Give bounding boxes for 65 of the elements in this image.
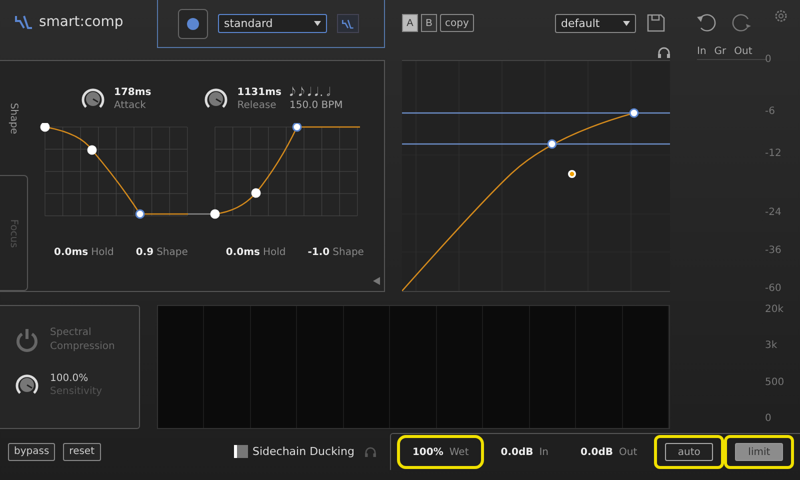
frequency-scale-label: 500 — [765, 377, 784, 388]
param-label: Shape — [332, 247, 364, 258]
spectral-title: Spectral Compression — [50, 326, 116, 354]
footer-button[interactable]: reset — [63, 442, 100, 460]
output-label: Out — [619, 446, 638, 458]
frequency-scale-label: 0 — [765, 413, 772, 424]
param-label: Hold — [263, 247, 286, 258]
db-scale-label: -6 — [765, 106, 775, 117]
frequency-scale-label: 3k — [765, 340, 778, 351]
logo-icon — [15, 15, 33, 29]
logo-icon — [342, 18, 354, 28]
frequency-scale-label: 20k — [765, 304, 784, 315]
param-value: -1.0 — [308, 247, 330, 258]
note-value-button[interactable]: 𝅗𝅥 — [326, 86, 332, 99]
output-value: 100% — [412, 446, 444, 458]
meter-label: In — [697, 46, 706, 57]
output-button[interactable]: limit — [735, 443, 784, 461]
db-scale-label: -60 — [765, 283, 782, 294]
db-scale-label: -36 — [765, 245, 782, 256]
bpm-label: 150.0 BPM — [289, 99, 343, 112]
preset-dropdown[interactable]: default — [555, 14, 636, 32]
collapse-icon[interactable] — [372, 277, 380, 285]
copy-button[interactable]: copy — [440, 14, 474, 32]
param-label: Shape — [156, 247, 188, 258]
note-value-button[interactable]: 𝅘𝅥. — [314, 86, 324, 99]
output-label: Wet — [449, 446, 469, 458]
meter-label: Gr — [714, 46, 726, 57]
side-tab[interactable]: Shape — [0, 61, 28, 175]
param-label: Hold — [91, 247, 114, 258]
profile-dropdown[interactable]: standard — [218, 14, 327, 33]
sidechain-label: Sidechain Ducking — [252, 445, 354, 458]
ab-tab[interactable]: A — [402, 14, 418, 32]
app-title: smart:comp — [39, 14, 124, 30]
redo-icon[interactable] — [730, 13, 752, 33]
undo-icon[interactable] — [696, 13, 718, 33]
note-value-button[interactable]: 𝅘𝅥𝅮 — [289, 86, 296, 99]
headphones-icon[interactable] — [658, 47, 670, 58]
output-label: In — [539, 446, 549, 458]
note-value-button[interactable]: 𝅘𝅥 — [307, 86, 312, 99]
release-value: 1131ms — [237, 86, 282, 99]
sensitivity-value: 100.0% — [50, 372, 90, 385]
param-value: 0.0ms — [226, 247, 260, 258]
caret-icon — [314, 21, 321, 26]
output-button[interactable]: auto — [665, 443, 714, 461]
caret-icon — [623, 20, 630, 26]
save-icon[interactable] — [646, 13, 666, 33]
attack-label: Attack — [114, 99, 147, 112]
attack-value: 178ms — [114, 86, 152, 99]
record-button[interactable] — [178, 8, 208, 38]
settings-icon[interactable] — [774, 9, 788, 23]
param-value: 0.9 — [136, 247, 154, 258]
sidechain-toggle[interactable] — [234, 445, 248, 458]
meter-label: Out — [734, 46, 752, 57]
output-value: 0.0dB — [580, 446, 614, 458]
db-scale-label: 0 — [765, 54, 772, 65]
db-scale-label: -12 — [765, 148, 782, 159]
output-value: 0.0dB — [500, 446, 534, 458]
note-value-button[interactable]: 𝅘𝅥𝅮 — [298, 86, 306, 99]
ab-tab[interactable]: B — [421, 14, 437, 32]
db-scale-label: -24 — [765, 207, 782, 218]
logo-button[interactable] — [337, 14, 359, 33]
footer-button[interactable]: bypass — [8, 442, 56, 460]
param-value: 0.0ms — [54, 247, 88, 258]
power-icon[interactable] — [14, 327, 40, 353]
release-label: Release — [237, 99, 278, 112]
